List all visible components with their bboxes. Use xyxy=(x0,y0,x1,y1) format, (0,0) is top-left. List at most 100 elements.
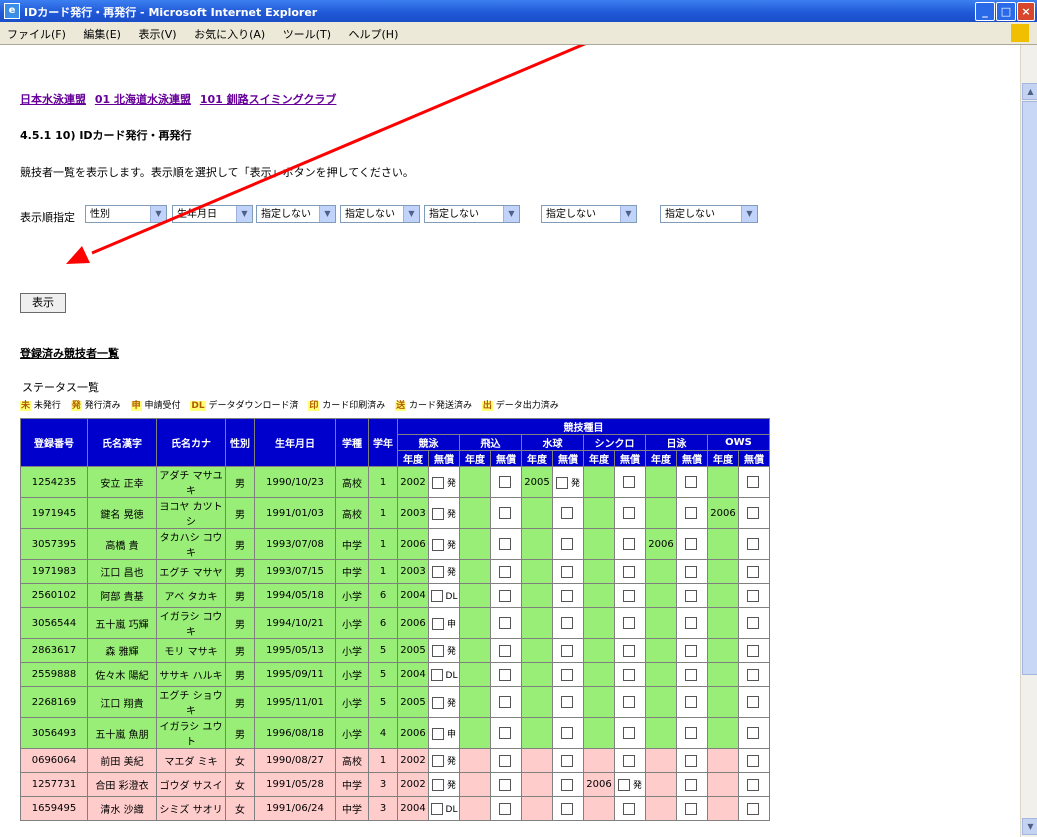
free-checkbox[interactable] xyxy=(684,538,697,550)
breadcrumb-link-club[interactable]: 101 釧路スイミングクラブ xyxy=(200,93,337,106)
free-checkbox[interactable] xyxy=(684,668,697,681)
free-checkbox[interactable] xyxy=(746,668,759,681)
free-checkbox[interactable] xyxy=(746,644,759,657)
sort-select-2[interactable]: 生年月日 ▼ xyxy=(172,205,253,223)
free-checkbox[interactable] xyxy=(430,802,443,815)
free-checkbox[interactable] xyxy=(622,589,635,602)
free-checkbox[interactable] xyxy=(746,589,759,602)
free-checkbox[interactable] xyxy=(622,668,635,681)
free-checkbox[interactable] xyxy=(498,476,511,488)
breadcrumb-link-hokkaido[interactable]: 01 北海道水泳連盟 xyxy=(95,93,191,106)
free-checkbox[interactable] xyxy=(746,617,759,629)
free-checkbox[interactable] xyxy=(617,779,630,791)
free-checkbox[interactable] xyxy=(622,617,635,629)
free-checkbox[interactable] xyxy=(560,538,573,550)
scroll-down-icon[interactable]: ▼ xyxy=(1022,818,1037,835)
free-checkbox[interactable] xyxy=(622,802,635,815)
free-checkbox[interactable] xyxy=(684,754,697,767)
free-checkbox[interactable] xyxy=(684,507,697,519)
free-checkbox[interactable] xyxy=(431,507,444,520)
free-checkbox[interactable] xyxy=(746,754,759,767)
free-checkbox[interactable] xyxy=(498,538,511,550)
free-checkbox[interactable] xyxy=(560,617,573,629)
free-checkbox[interactable] xyxy=(498,754,511,767)
minimize-button[interactable]: _ xyxy=(975,2,995,21)
free-checkbox[interactable] xyxy=(560,644,573,657)
free-checkbox[interactable] xyxy=(560,727,573,739)
free-checkbox[interactable] xyxy=(746,778,759,791)
free-checkbox[interactable] xyxy=(498,778,511,791)
free-checkbox[interactable] xyxy=(746,476,759,488)
free-checkbox[interactable] xyxy=(684,644,697,657)
vertical-scrollbar[interactable]: ▲ ▼ xyxy=(1020,45,1037,837)
free-checkbox[interactable] xyxy=(684,589,697,602)
free-checkbox[interactable] xyxy=(498,565,511,578)
free-checkbox[interactable] xyxy=(746,727,759,739)
menu-edit[interactable]: 編集(E) xyxy=(76,22,128,46)
free-checkbox[interactable] xyxy=(431,779,444,791)
sort-select-3[interactable]: 指定しない ▼ xyxy=(256,205,336,223)
menu-favorites[interactable]: お気に入り(A) xyxy=(187,22,272,46)
free-checkbox[interactable] xyxy=(560,696,573,708)
show-button[interactable]: 表示 xyxy=(20,293,66,313)
free-checkbox[interactable] xyxy=(622,538,635,550)
maximize-button[interactable]: □ xyxy=(996,2,1016,21)
free-checkbox[interactable] xyxy=(431,566,444,578)
free-checkbox[interactable] xyxy=(746,696,759,708)
breadcrumb-link-federation[interactable]: 日本水泳連盟 xyxy=(20,93,86,106)
menu-help[interactable]: ヘルプ(H) xyxy=(342,22,406,46)
free-checkbox[interactable] xyxy=(498,589,511,602)
menu-view[interactable]: 表示(V) xyxy=(131,22,183,46)
close-button[interactable]: × xyxy=(1017,2,1035,21)
free-checkbox[interactable] xyxy=(560,668,573,681)
sort-select-7[interactable]: 指定しない ▼ xyxy=(660,205,758,223)
free-checkbox[interactable] xyxy=(684,696,697,708)
free-checkbox[interactable] xyxy=(431,755,444,767)
free-checkbox[interactable] xyxy=(430,668,443,681)
free-checkbox[interactable] xyxy=(684,778,697,791)
free-checkbox[interactable] xyxy=(560,589,573,602)
free-checkbox[interactable] xyxy=(622,727,635,739)
free-checkbox[interactable] xyxy=(746,507,759,519)
free-checkbox[interactable] xyxy=(560,565,573,578)
free-checkbox[interactable] xyxy=(746,565,759,578)
menu-tools[interactable]: ツール(T) xyxy=(276,22,338,46)
free-checkbox[interactable] xyxy=(684,476,697,488)
free-checkbox[interactable] xyxy=(431,617,444,630)
free-checkbox[interactable] xyxy=(555,476,568,489)
free-checkbox[interactable] xyxy=(431,476,444,489)
free-checkbox[interactable] xyxy=(431,538,444,551)
free-checkbox[interactable] xyxy=(684,802,697,815)
sort-select-4[interactable]: 指定しない ▼ xyxy=(340,205,420,223)
free-checkbox[interactable] xyxy=(498,617,511,629)
free-checkbox[interactable] xyxy=(684,617,697,629)
free-checkbox[interactable] xyxy=(431,727,444,740)
free-checkbox[interactable] xyxy=(498,727,511,739)
free-checkbox[interactable] xyxy=(560,778,573,791)
free-checkbox[interactable] xyxy=(746,802,759,815)
scroll-thumb[interactable] xyxy=(1022,101,1037,675)
free-checkbox[interactable] xyxy=(498,507,511,519)
scroll-up-icon[interactable]: ▲ xyxy=(1022,83,1037,100)
free-checkbox[interactable] xyxy=(498,696,511,708)
free-checkbox[interactable] xyxy=(560,507,573,519)
free-checkbox[interactable] xyxy=(622,507,635,519)
free-checkbox[interactable] xyxy=(622,476,635,488)
free-checkbox[interactable] xyxy=(622,696,635,708)
free-checkbox[interactable] xyxy=(622,644,635,657)
free-checkbox[interactable] xyxy=(498,668,511,681)
free-checkbox[interactable] xyxy=(431,645,444,657)
free-checkbox[interactable] xyxy=(430,589,443,602)
free-checkbox[interactable] xyxy=(684,565,697,578)
sort-select-5[interactable]: 指定しない ▼ xyxy=(424,205,520,223)
free-checkbox[interactable] xyxy=(560,802,573,815)
free-checkbox[interactable] xyxy=(498,644,511,657)
free-checkbox[interactable] xyxy=(746,538,759,550)
sort-select-6[interactable]: 指定しない ▼ xyxy=(541,205,637,223)
free-checkbox[interactable] xyxy=(560,754,573,767)
free-checkbox[interactable] xyxy=(431,696,444,709)
free-checkbox[interactable] xyxy=(684,727,697,739)
menu-file[interactable]: ファイル(F) xyxy=(0,22,73,46)
free-checkbox[interactable] xyxy=(622,565,635,578)
free-checkbox[interactable] xyxy=(498,802,511,815)
